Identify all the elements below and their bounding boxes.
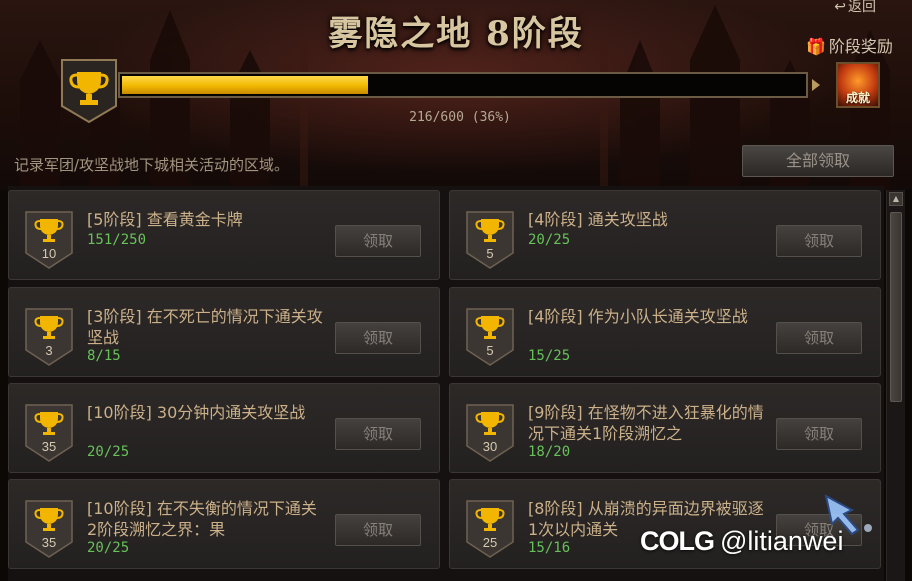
task-progress: 151/250 <box>87 232 147 248</box>
claim-button[interactable]: 领取 <box>335 225 421 257</box>
points-value: 30 <box>482 439 498 454</box>
page-title: 雾隐之地 8阶段 <box>328 14 584 54</box>
watermark-logo: COLG <box>640 526 715 556</box>
trophy-shield-icon <box>61 59 117 124</box>
achievement-reward-icon[interactable]: 成就 <box>836 62 880 108</box>
task-title: [10阶段] 在不失衡的情况下通关2阶段溯忆之界：果 <box>87 499 317 539</box>
task-card: 3 [3阶段] 在不死亡的情况下通关攻坚战 8/15 领取 <box>8 287 440 377</box>
task-progress: 18/20 <box>528 444 571 460</box>
task-card: 10 [5阶段] 查看黄金卡牌 151/250 领取 <box>8 190 440 280</box>
section-description: 记录军团/攻坚战地下城相关活动的区域。 <box>14 156 290 174</box>
claim-button[interactable]: 领取 <box>776 225 862 257</box>
progress-arrow-icon <box>812 79 820 91</box>
stage-progress-fill <box>122 76 368 94</box>
task-card: 35 [10阶段] 30分钟内通关攻坚战 20/25 领取 <box>8 383 440 473</box>
points-value: 5 <box>486 343 494 358</box>
task-progress: 15/16 <box>528 540 571 556</box>
scrollbar-thumb[interactable] <box>890 212 902 402</box>
task-card: 5 [4阶段] 作为小队长通关攻坚战 15/25 领取 <box>449 287 881 377</box>
task-title: [10阶段] 30分钟内通关攻坚战 <box>87 403 306 422</box>
gift-icon: 🎁 <box>806 37 826 56</box>
claim-button[interactable]: 领取 <box>335 322 421 354</box>
claim-button[interactable]: 领取 <box>776 418 862 450</box>
task-card: 30 [9阶段] 在怪物不进入狂暴化的情况下通关1阶段溯忆之 18/20 领取 <box>449 383 881 473</box>
task-progress: 15/25 <box>528 348 571 364</box>
points-value: 35 <box>41 535 57 550</box>
points-value: 10 <box>41 246 57 261</box>
task-progress: 20/25 <box>528 232 571 248</box>
task-list: 10 [5阶段] 查看黄金卡牌 151/250 领取 5 [4阶段] 通关攻坚战 20/25… <box>8 186 884 581</box>
task-title: [4阶段] 作为小队长通关攻坚战 <box>528 307 748 326</box>
watermark: COLG @litianwei <box>640 526 843 557</box>
stage-progress-bar <box>118 72 808 98</box>
stage-reward-button[interactable]: 🎁 阶段奖励 <box>806 33 893 57</box>
points-value: 5 <box>486 246 494 261</box>
progress-text: 216/600 (36%) <box>409 110 511 125</box>
task-title: [9阶段] 在怪物不进入狂暴化的情况下通关1阶段溯忆之 <box>528 403 764 443</box>
stage-reward-label: 阶段奖励 <box>828 37 893 56</box>
task-title: [4阶段] 通关攻坚战 <box>528 210 668 229</box>
return-arrow-icon: ↩ <box>834 0 846 15</box>
scrollbar[interactable]: ▲ <box>886 190 905 581</box>
reward-icon-label: 成就 <box>845 91 870 105</box>
return-label: 返回 <box>848 0 876 15</box>
points-value: 3 <box>45 343 53 358</box>
scroll-up-icon[interactable]: ▲ <box>889 192 903 206</box>
task-progress: 20/25 <box>87 540 130 556</box>
claim-button[interactable]: 领取 <box>776 322 862 354</box>
task-title: [5阶段] 查看黄金卡牌 <box>87 210 243 229</box>
task-card: 5 [4阶段] 通关攻坚战 20/25 领取 <box>449 190 881 280</box>
task-card: 35 [10阶段] 在不失衡的情况下通关2阶段溯忆之界：果 20/25 领取 <box>8 479 440 569</box>
points-value: 25 <box>482 535 498 550</box>
task-progress: 8/15 <box>87 348 121 364</box>
claim-button[interactable]: 领取 <box>335 514 421 546</box>
claim-all-button[interactable]: 全部领取 <box>742 145 894 177</box>
return-button[interactable]: ↩ 返回 <box>834 0 876 16</box>
watermark-handle: @litianwei <box>720 526 844 556</box>
claim-button[interactable]: 领取 <box>335 418 421 450</box>
task-progress: 20/25 <box>87 444 130 460</box>
points-value: 35 <box>41 439 57 454</box>
task-title: [3阶段] 在不死亡的情况下通关攻坚战 <box>87 307 323 347</box>
